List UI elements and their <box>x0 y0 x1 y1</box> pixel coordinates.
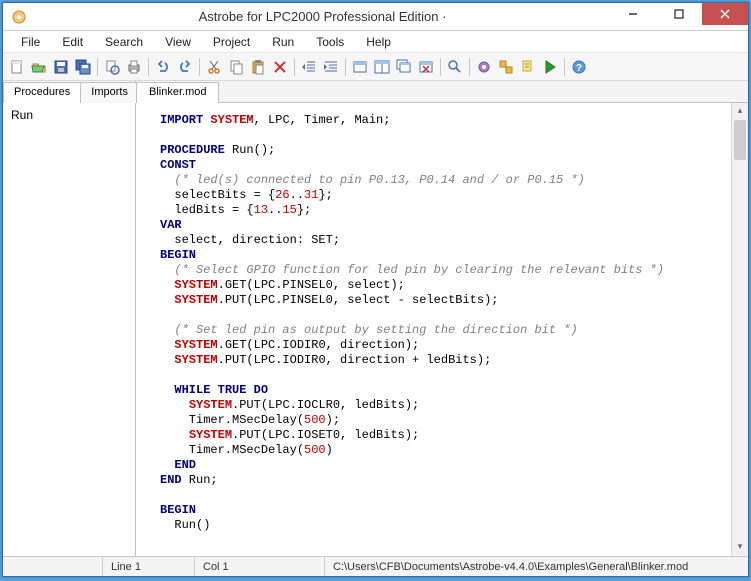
code-line[interactable]: Run() <box>160 518 740 533</box>
editor-tab-bar: Blinker.mod <box>136 81 748 103</box>
scroll-up-icon[interactable]: ▴ <box>732 103 748 120</box>
link-icon[interactable] <box>518 57 538 77</box>
procedures-list[interactable]: Run <box>3 103 135 556</box>
new-file-icon[interactable] <box>7 57 27 77</box>
cut-icon[interactable] <box>204 57 224 77</box>
menu-bar: File Edit Search View Project Run Tools … <box>3 31 748 53</box>
code-line[interactable]: BEGIN <box>160 248 740 263</box>
toolbar-separator <box>294 58 295 76</box>
undo-icon[interactable] <box>153 57 173 77</box>
code-line[interactable]: SYSTEM.GET(LPC.PINSEL0, select); <box>160 278 740 293</box>
code-line[interactable]: Timer.MSecDelay(500); <box>160 413 740 428</box>
tab-procedures[interactable]: Procedures <box>3 82 81 103</box>
svg-text:?: ? <box>576 63 582 74</box>
vertical-scrollbar[interactable]: ▴ ▾ <box>731 103 748 556</box>
window-close-icon[interactable] <box>416 57 436 77</box>
code-line[interactable] <box>160 308 740 323</box>
menu-help[interactable]: Help <box>356 33 401 51</box>
code-line[interactable]: WHILE TRUE DO <box>160 383 740 398</box>
code-line[interactable]: CONST <box>160 158 740 173</box>
window-tile-icon[interactable] <box>372 57 392 77</box>
help-icon[interactable]: ? <box>569 57 589 77</box>
menu-tools[interactable]: Tools <box>306 33 354 51</box>
side-panel: Procedures Imports Run <box>3 81 136 556</box>
code-line[interactable]: ledBits = {13..15}; <box>160 203 740 218</box>
menu-file[interactable]: File <box>11 33 50 51</box>
copy-icon[interactable] <box>226 57 246 77</box>
editor-panel: Blinker.mod IMPORT SYSTEM, LPC, Timer, M… <box>136 81 748 556</box>
code-line[interactable]: select, direction: SET; <box>160 233 740 248</box>
menu-project[interactable]: Project <box>203 33 260 51</box>
code-line[interactable] <box>160 488 740 503</box>
run-icon[interactable] <box>540 57 560 77</box>
indent-icon[interactable] <box>321 57 341 77</box>
code-line[interactable]: (* Select GPIO function for led pin by c… <box>160 263 740 278</box>
code-line[interactable] <box>160 368 740 383</box>
open-folder-icon[interactable] <box>29 57 49 77</box>
status-spacer <box>3 557 103 576</box>
code-line[interactable]: END <box>160 458 740 473</box>
toolbar-separator <box>97 58 98 76</box>
gear-icon[interactable] <box>474 57 494 77</box>
window-title: Astrobe for LPC2000 Professional Edition… <box>35 9 610 24</box>
code-line[interactable]: selectBits = {26..31}; <box>160 188 740 203</box>
maximize-button[interactable] <box>656 3 702 25</box>
window-controls <box>610 3 748 30</box>
toolbar-separator <box>148 58 149 76</box>
minimize-button[interactable] <box>610 3 656 25</box>
toolbar-separator <box>440 58 441 76</box>
delete-icon[interactable] <box>270 57 290 77</box>
code-line[interactable]: SYSTEM.PUT(LPC.PINSEL0, select - selectB… <box>160 293 740 308</box>
redo-icon[interactable] <box>175 57 195 77</box>
build-icon[interactable] <box>496 57 516 77</box>
paste-icon[interactable] <box>248 57 268 77</box>
close-button[interactable] <box>702 3 748 25</box>
code-line[interactable]: Timer.MSecDelay(500) <box>160 443 740 458</box>
code-line[interactable] <box>160 128 740 143</box>
menu-run[interactable]: Run <box>262 33 304 51</box>
title-bar[interactable]: Astrobe for LPC2000 Professional Edition… <box>3 3 748 31</box>
app-window: Astrobe for LPC2000 Professional Edition… <box>2 2 749 577</box>
code-line[interactable]: SYSTEM.GET(LPC.IODIR0, direction); <box>160 338 740 353</box>
menu-edit[interactable]: Edit <box>52 33 93 51</box>
code-line[interactable]: SYSTEM.PUT(LPC.IOSET0, ledBits); <box>160 428 740 443</box>
code-line[interactable]: (* Set led pin as output by setting the … <box>160 323 740 338</box>
code-line[interactable]: PROCEDURE Run(); <box>160 143 740 158</box>
code-line[interactable]: SYSTEM.PUT(LPC.IODIR0, direction + ledBi… <box>160 353 740 368</box>
code-line[interactable]: BEGIN <box>160 503 740 518</box>
app-icon <box>9 7 29 27</box>
code-editor[interactable]: IMPORT SYSTEM, LPC, Timer, Main; PROCEDU… <box>136 103 748 556</box>
menu-view[interactable]: View <box>155 33 201 51</box>
scroll-thumb[interactable] <box>734 120 746 160</box>
toolbar-separator <box>469 58 470 76</box>
side-panel-tabs: Procedures Imports <box>3 81 135 103</box>
save-all-icon[interactable] <box>73 57 93 77</box>
toolbar-separator <box>199 58 200 76</box>
menu-search[interactable]: Search <box>95 33 153 51</box>
save-icon[interactable] <box>51 57 71 77</box>
editor-tab[interactable]: Blinker.mod <box>136 82 219 103</box>
status-path: C:\Users\CFB\Documents\Astrobe-v4.4.0\Ex… <box>325 557 748 576</box>
print-preview-icon[interactable] <box>102 57 122 77</box>
status-bar: Line 1 Col 1 C:\Users\CFB\Documents\Astr… <box>3 556 748 576</box>
toolbar: ? <box>3 53 748 81</box>
toolbar-separator <box>345 58 346 76</box>
scroll-down-icon[interactable]: ▾ <box>732 539 748 556</box>
status-col: Col 1 <box>195 557 325 576</box>
window-cascade-icon[interactable] <box>394 57 414 77</box>
work-area: Procedures Imports Run Blinker.mod IMPOR… <box>3 81 748 556</box>
toolbar-separator <box>564 58 565 76</box>
find-icon[interactable] <box>445 57 465 77</box>
status-line: Line 1 <box>103 557 195 576</box>
code-line[interactable]: (* led(s) connected to pin P0.13, P0.14 … <box>160 173 740 188</box>
print-icon[interactable] <box>124 57 144 77</box>
code-line[interactable]: IMPORT SYSTEM, LPC, Timer, Main; <box>160 113 740 128</box>
list-item[interactable]: Run <box>9 107 129 123</box>
code-line[interactable]: SYSTEM.PUT(LPC.IOCLR0, ledBits); <box>160 398 740 413</box>
code-line[interactable]: END Run; <box>160 473 740 488</box>
outdent-icon[interactable] <box>299 57 319 77</box>
code-line[interactable]: VAR <box>160 218 740 233</box>
tab-imports[interactable]: Imports <box>80 82 139 103</box>
window-new-icon[interactable] <box>350 57 370 77</box>
